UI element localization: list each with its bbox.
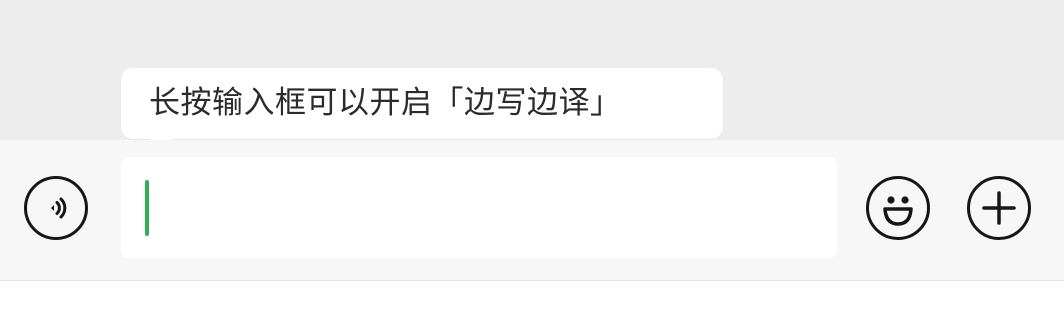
voice-input-icon xyxy=(51,197,67,219)
bottom-safe-area xyxy=(0,280,1064,333)
plus-button[interactable] xyxy=(967,176,1031,240)
message-input[interactable] xyxy=(121,157,837,258)
emoji-button[interactable] xyxy=(866,176,930,240)
text-caret xyxy=(145,180,149,236)
emoji-face-icon xyxy=(883,196,913,226)
tooltip-bubble: 长按输入框可以开启「边写边译」 xyxy=(121,68,723,139)
plus-more-icon xyxy=(982,191,1016,225)
voice-button[interactable] xyxy=(24,176,88,240)
tooltip-text: 长按输入框可以开启「边写边译」 xyxy=(149,85,622,121)
